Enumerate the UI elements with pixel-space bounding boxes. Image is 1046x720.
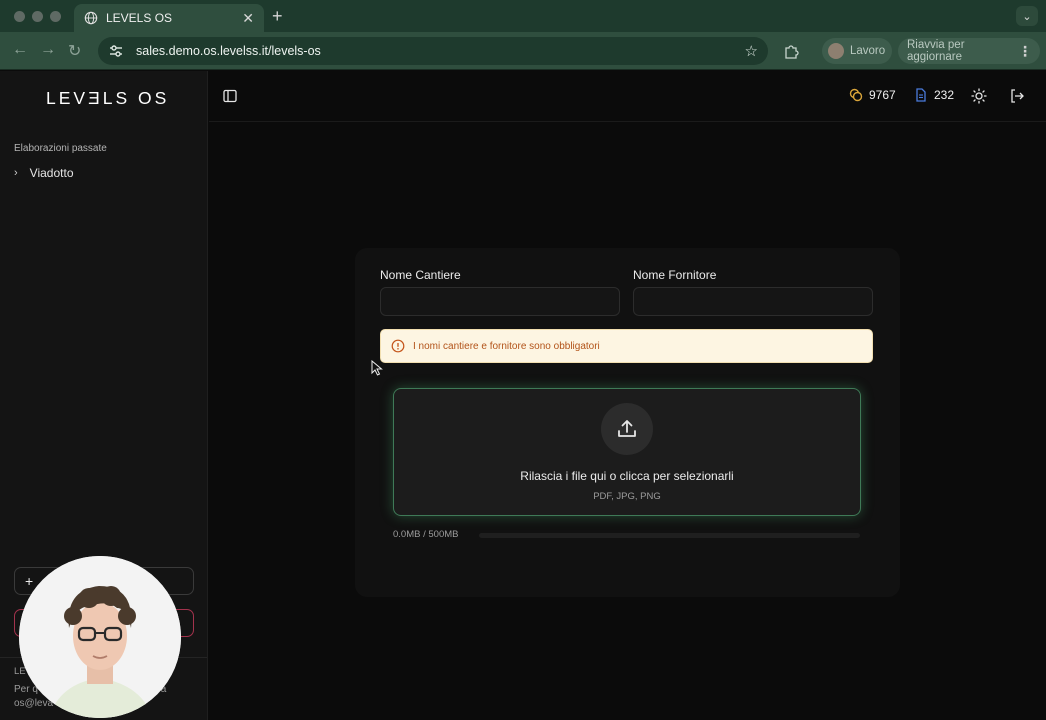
site-name-input[interactable] — [380, 287, 620, 316]
credits-value: 9767 — [869, 88, 896, 102]
dropzone-title: Rilascia i file qui o clicca per selezio… — [520, 469, 734, 483]
address-bar[interactable]: sales.demo.os.levelss.it/levels-os ☆ — [98, 37, 768, 65]
profile-button[interactable]: Lavoro — [822, 38, 892, 64]
coins-icon — [849, 88, 863, 102]
relaunch-to-update-button[interactable]: Riavvia per aggiornare ⋮ — [898, 38, 1040, 64]
upload-icon — [618, 420, 636, 437]
footer-email-link[interactable]: os@leva — [14, 698, 53, 709]
app-header: 9767 232 — [209, 71, 1046, 122]
tab-search-dropdown-icon[interactable]: ⌄ — [1016, 6, 1038, 26]
app-logo[interactable]: LEVƎLS OS — [46, 88, 169, 109]
upload-icon-circle — [601, 403, 653, 455]
storage-quota-bar — [479, 533, 860, 538]
new-tab-icon[interactable]: + — [272, 6, 283, 27]
profile-label: Lavoro — [850, 45, 886, 57]
documents-counter: 232 — [914, 88, 954, 102]
file-dropzone[interactable]: Rilascia i file qui o clicca per selezio… — [393, 388, 861, 516]
back-icon[interactable]: ← — [12, 41, 28, 59]
window-close-dot[interactable] — [14, 11, 25, 22]
documents-value: 232 — [934, 88, 955, 102]
history-item-viadotto[interactable]: › Viadotto — [14, 166, 74, 180]
reload-icon[interactable]: ↻ — [68, 41, 81, 61]
storage-quota-text: 0.0MB / 500MB — [393, 529, 459, 540]
relaunch-label: Riavvia per aggiornare — [907, 39, 965, 63]
upload-card: Nome Cantiere Nome Fornitore I nomi cant… — [355, 248, 900, 597]
sun-icon[interactable] — [971, 88, 987, 104]
browser-tab-bar: LEVELS OS ✕ + ⌄ — [0, 0, 1046, 32]
info-icon — [391, 339, 405, 353]
supplier-name-label: Nome Fornitore — [633, 268, 717, 282]
validation-alert: I nomi cantiere e fornitore sono obbliga… — [380, 329, 873, 363]
bookmark-star-icon[interactable]: ☆ — [745, 42, 758, 60]
chevron-right-icon: › — [14, 167, 18, 179]
history-section-title: Elaborazioni passate — [14, 143, 107, 154]
browser-tab[interactable]: LEVELS OS ✕ — [74, 4, 264, 32]
extensions-icon[interactable] — [782, 42, 800, 60]
browser-toolbar: ← → ↻ sales.demo.os.levelss.it/levels-os… — [0, 32, 1046, 70]
webcam-overlay — [19, 556, 181, 718]
tab-title: LEVELS OS — [106, 11, 173, 25]
sidebar-toggle-icon[interactable] — [223, 89, 237, 103]
credits-counter: 9767 — [849, 88, 896, 102]
document-icon — [916, 88, 926, 102]
dropzone-formats: PDF, JPG, PNG — [593, 491, 661, 502]
menu-dots-icon[interactable]: ⋮ — [1018, 43, 1032, 60]
supplier-name-input[interactable] — [633, 287, 873, 316]
presenter-video-image — [19, 556, 181, 718]
url-text[interactable]: sales.demo.os.levelss.it/levels-os — [136, 44, 745, 58]
site-name-label: Nome Cantiere — [380, 268, 461, 282]
history-item-label: Viadotto — [29, 166, 74, 180]
plus-icon: + — [25, 573, 34, 589]
alert-text: I nomi cantiere e fornitore sono obbliga… — [413, 340, 600, 352]
close-tab-icon[interactable]: ✕ — [242, 10, 254, 27]
forward-icon[interactable]: → — [40, 41, 56, 59]
logout-icon[interactable] — [1009, 88, 1025, 104]
mouse-cursor-icon — [371, 360, 383, 376]
window-zoom-dot[interactable] — [50, 11, 61, 22]
globe-icon — [84, 11, 98, 25]
tune-icon[interactable] — [108, 43, 124, 59]
window-minimize-dot[interactable] — [32, 11, 43, 22]
avatar — [828, 43, 844, 59]
